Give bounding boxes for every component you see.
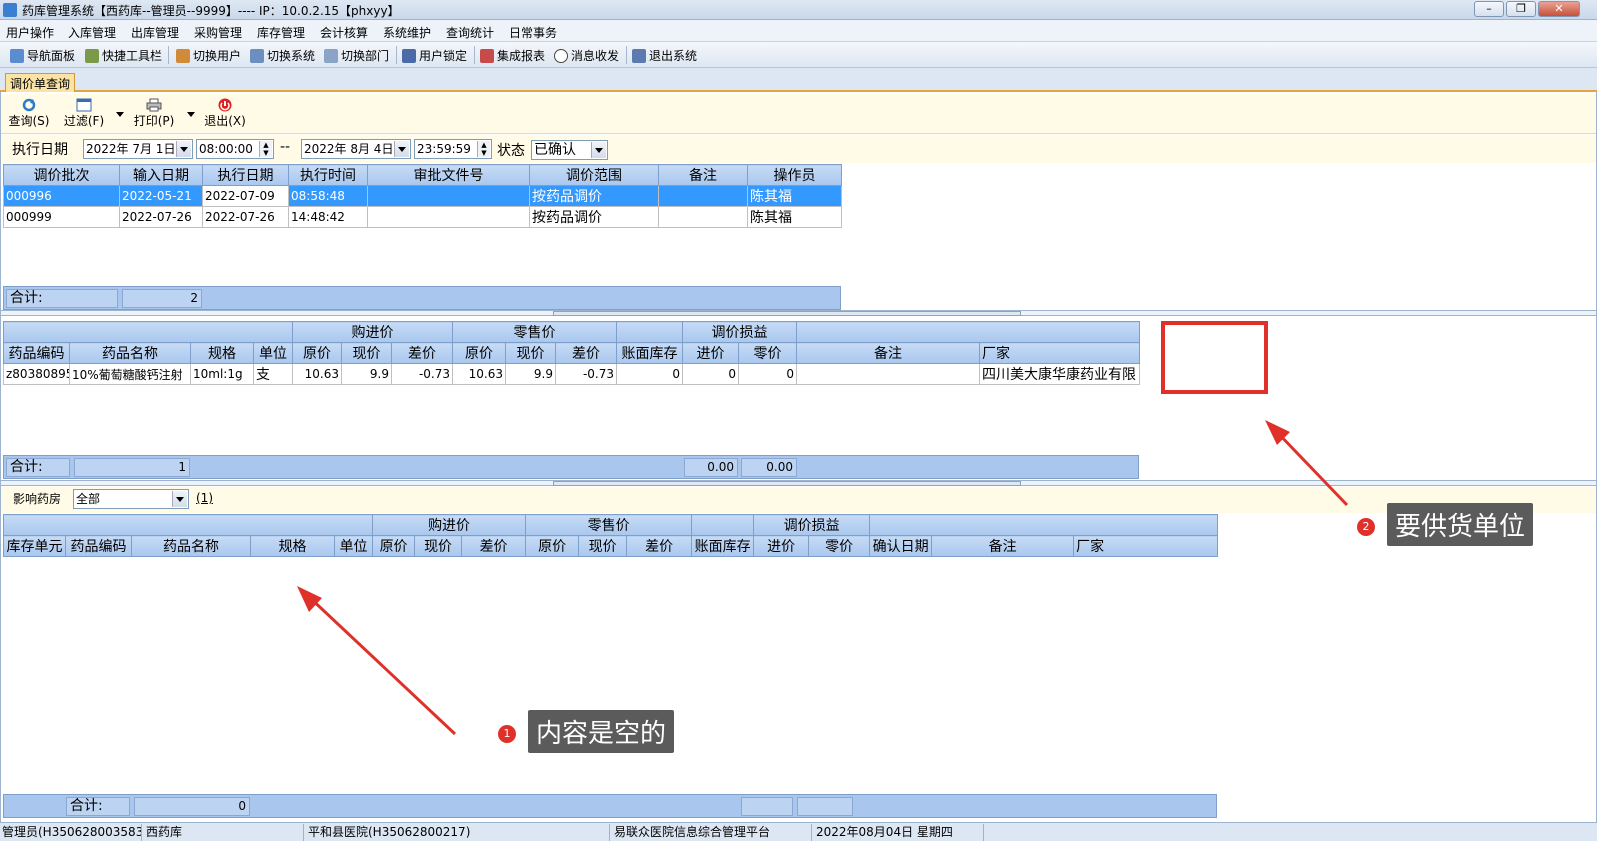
annotation-overlay (297, 321, 1349, 736)
arrow-line (1273, 428, 1349, 507)
status-hospital: 平和县医院(H35062800217) (306, 824, 610, 841)
status-bar: 管理员(H350628003583) 西药库 平和县医院(H3506280021… (0, 822, 1597, 841)
status-platform: 易联众医院信息综合管理平台 (612, 824, 812, 841)
status-user: 管理员(H350628003583) (2, 824, 142, 841)
bottom-strip (0, 841, 1597, 857)
annotation-badge: 2 (1357, 518, 1375, 536)
highlight-box (1161, 321, 1268, 394)
status-department: 西药库 (144, 824, 304, 841)
annotation-label: 内容是空的 (528, 710, 675, 753)
annotation-label: 要供货单位 (1387, 503, 1534, 546)
status-empty (986, 824, 1597, 841)
annotation-badge: 1 (498, 725, 516, 743)
status-date: 2022年08月04日 星期四 (814, 824, 984, 841)
arrow-head (297, 586, 322, 612)
arrow-line (305, 593, 457, 736)
